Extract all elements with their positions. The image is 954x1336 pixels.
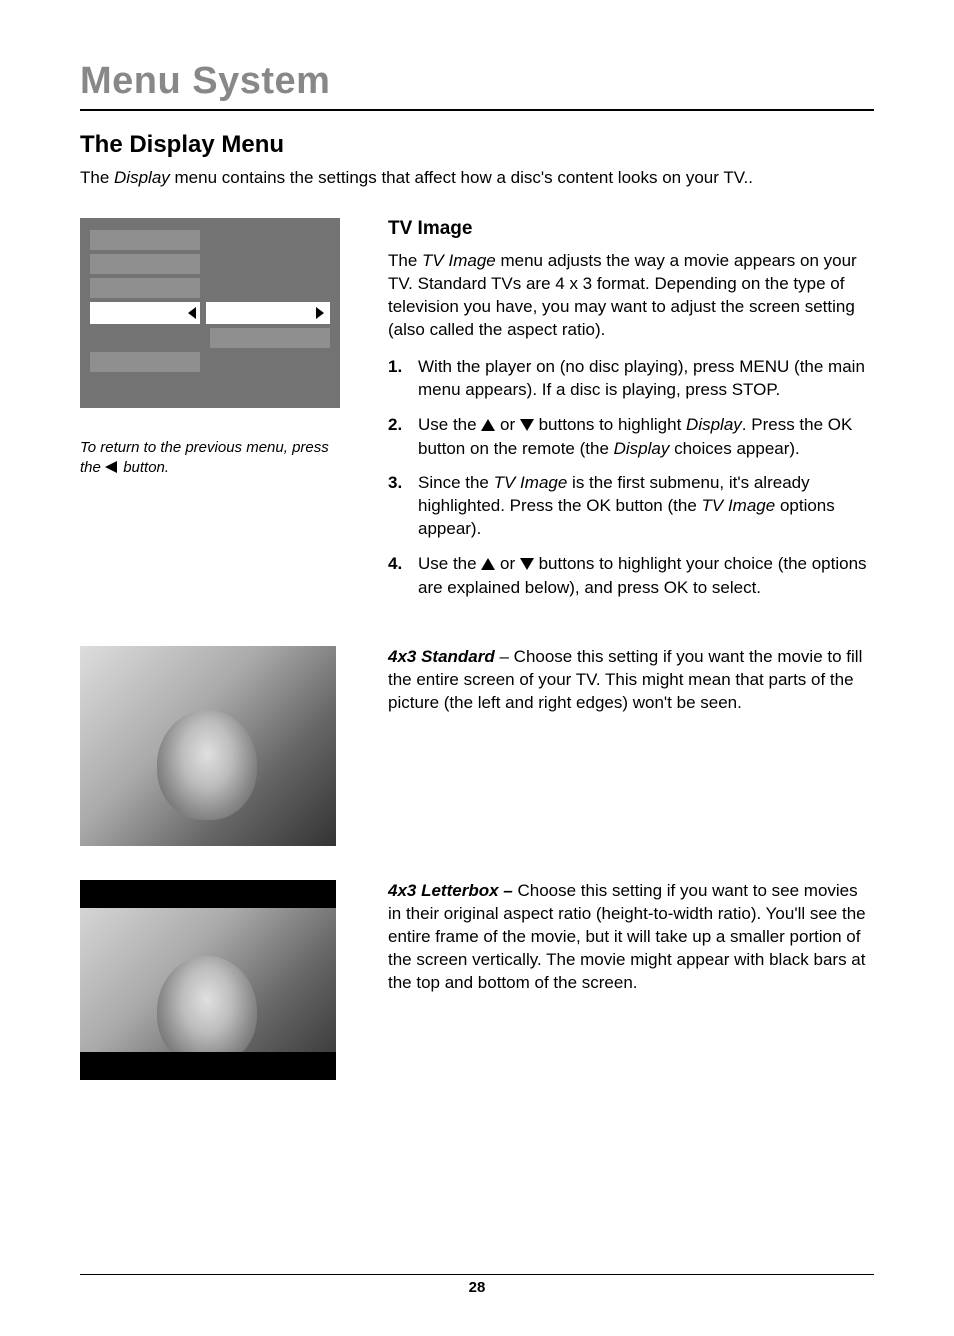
arrow-down-icon xyxy=(520,554,534,577)
text-fragment: choices appear). xyxy=(669,439,799,458)
menu-row xyxy=(90,352,200,372)
divider-top xyxy=(80,109,874,111)
photo-4x3-standard xyxy=(80,646,336,846)
menu-row xyxy=(90,254,200,274)
tv-image-em: TV Image xyxy=(422,251,496,270)
text-fragment: Use the xyxy=(418,554,481,573)
text-fragment: Since the xyxy=(418,473,494,492)
standard-paragraph: 4x3 Standard – Choose this setting if yo… xyxy=(388,646,874,715)
tv-image-title: TV Image xyxy=(388,218,874,240)
left-col-3 xyxy=(80,880,340,1080)
photo-4x3-letterbox xyxy=(80,880,336,1080)
row-4x3-standard: 4x3 Standard – Choose this setting if yo… xyxy=(80,646,874,846)
text-fragment: or xyxy=(495,415,520,434)
menu-row-selected xyxy=(90,302,330,324)
text-fragment: Display xyxy=(686,415,742,434)
menu-row xyxy=(90,230,200,250)
text-fragment: Use the xyxy=(418,415,481,434)
standard-label: 4x3 Standard xyxy=(388,647,495,666)
chapter-title: Menu System xyxy=(80,60,874,103)
step-num: 1. xyxy=(388,356,408,402)
text-fragment: Display xyxy=(614,439,670,458)
letterbox-label: 4x3 Letterbox – xyxy=(388,881,513,900)
arrow-up-icon xyxy=(481,415,495,438)
arrow-left-icon xyxy=(105,459,119,479)
step-4: 4. Use the or buttons to highlight your … xyxy=(388,553,874,600)
arrow-down-icon xyxy=(520,415,534,438)
letterbox-paragraph: 4x3 Letterbox – Choose this setting if y… xyxy=(388,880,874,995)
text-fragment: or xyxy=(495,554,520,573)
intro-paragraph: The Display menu contains the settings t… xyxy=(80,167,874,190)
page-number: 28 xyxy=(80,1279,874,1296)
triangle-right-icon xyxy=(316,307,324,319)
photo-subject xyxy=(157,710,257,820)
intro-text-post: menu contains the settings that affect h… xyxy=(170,168,753,187)
step-num: 2. xyxy=(388,414,408,461)
right-col-2: 4x3 Standard – Choose this setting if yo… xyxy=(388,646,874,846)
step-text: Since the TV Image is the first submenu,… xyxy=(418,472,874,541)
step-2: 2. Use the or buttons to highlight Displ… xyxy=(388,414,874,461)
menu-sub-row xyxy=(210,328,330,348)
text-fragment: buttons to highlight xyxy=(534,415,686,434)
step-text: With the player on (no disc playing), pr… xyxy=(418,356,874,402)
section-title: The Display Menu xyxy=(80,131,874,159)
right-col-1: TV Image The TV Image menu adjusts the w… xyxy=(388,218,874,612)
divider-bottom xyxy=(80,1274,874,1275)
row-tv-image: To return to the previous menu, press th… xyxy=(80,218,874,612)
step-1: 1. With the player on (no disc playing),… xyxy=(388,356,874,402)
step-text: Use the or buttons to highlight your cho… xyxy=(418,553,874,600)
photo-subject xyxy=(157,956,257,1066)
step-text: Use the or buttons to highlight Display.… xyxy=(418,414,874,461)
intro-text-pre: The xyxy=(80,168,114,187)
tv-image-intro: The TV Image menu adjusts the way a movi… xyxy=(388,250,874,342)
left-col-2 xyxy=(80,646,340,846)
menu-row xyxy=(90,278,200,298)
row-4x3-letterbox: 4x3 Letterbox – Choose this setting if y… xyxy=(80,880,874,1080)
menu-selected-right xyxy=(206,302,330,324)
triangle-left-icon xyxy=(188,307,196,319)
steps-list: 1. With the player on (no disc playing),… xyxy=(388,356,874,600)
tv-image-pre: The xyxy=(388,251,422,270)
step-num: 3. xyxy=(388,472,408,541)
page: Menu System The Display Menu The Display… xyxy=(0,0,954,1336)
intro-text-em: Display xyxy=(114,168,170,187)
caption-post: button. xyxy=(119,459,169,476)
caption-return: To return to the previous menu, press th… xyxy=(80,438,340,480)
step-3: 3. Since the TV Image is the first subme… xyxy=(388,472,874,541)
left-col-1: To return to the previous menu, press th… xyxy=(80,218,340,612)
menu-screenshot xyxy=(80,218,340,408)
step-num: 4. xyxy=(388,553,408,600)
arrow-up-icon xyxy=(481,554,495,577)
text-fragment: TV Image xyxy=(494,473,568,492)
text-fragment: TV Image xyxy=(702,496,776,515)
menu-selected-left xyxy=(90,302,200,324)
page-footer: 28 xyxy=(80,1274,874,1296)
right-col-3: 4x3 Letterbox – Choose this setting if y… xyxy=(388,880,874,1080)
